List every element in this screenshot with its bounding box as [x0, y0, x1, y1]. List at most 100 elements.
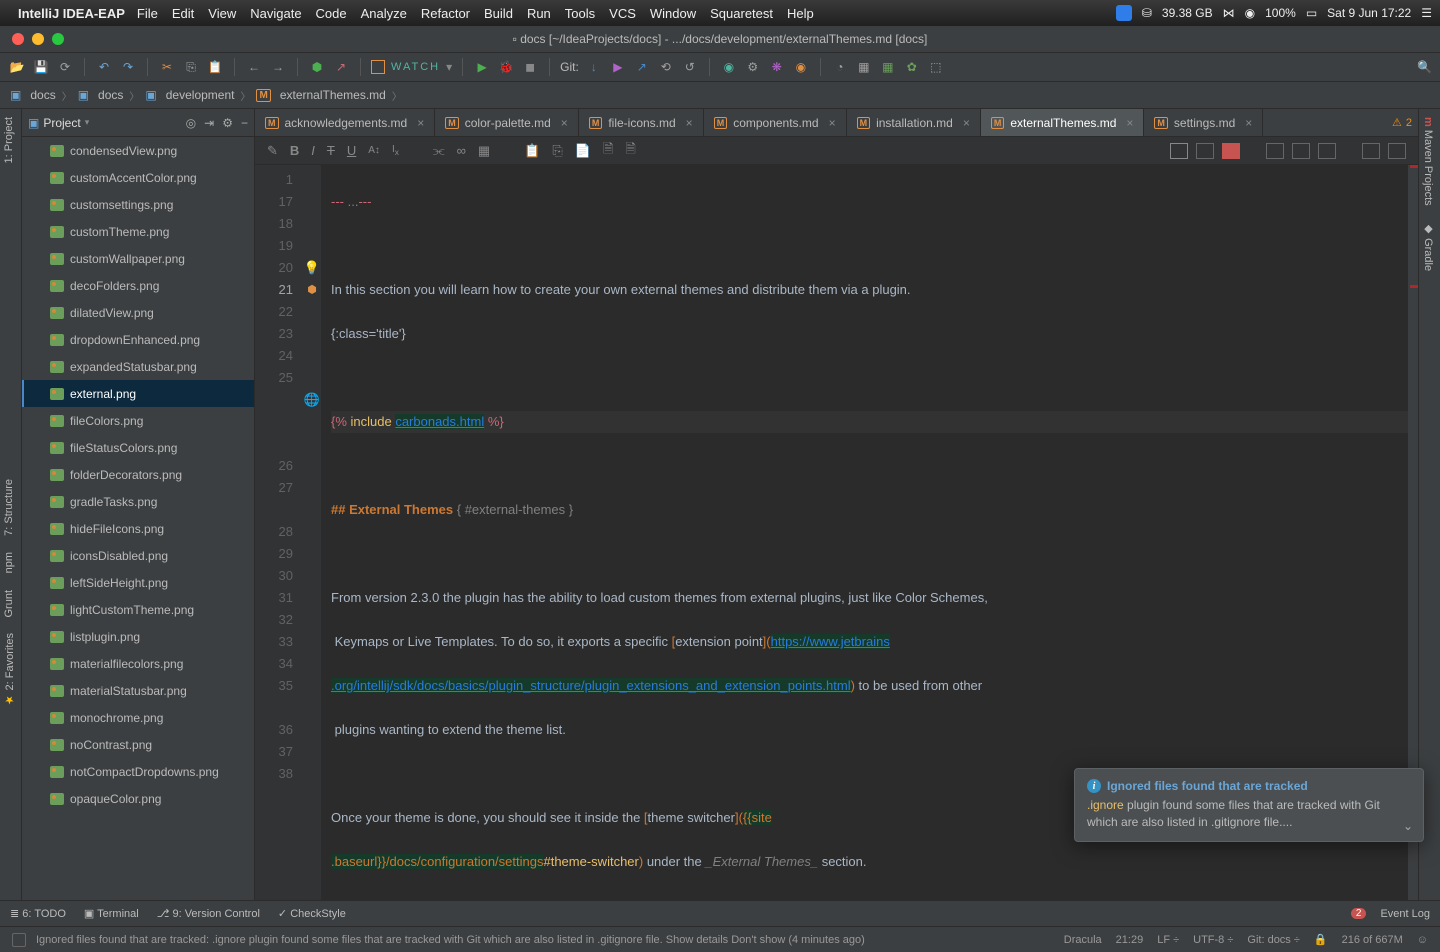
vcs-history-button[interactable]: ⟲ — [657, 58, 675, 76]
git-branch[interactable]: Git: docs ÷ — [1247, 934, 1300, 946]
close-window-button[interactable] — [12, 33, 24, 45]
menu-build[interactable]: Build — [484, 6, 513, 21]
project-title[interactable]: Project — [43, 116, 80, 130]
layout-4[interactable] — [1362, 143, 1380, 159]
editor-tab[interactable]: Mcolor-palette.md× — [435, 109, 579, 136]
breadcrumb-file[interactable]: externalThemes.md — [280, 88, 386, 102]
version-control-tool[interactable]: ⎇ 9: Version Control — [157, 907, 260, 920]
stop-button[interactable]: ◼ — [521, 58, 539, 76]
tree-item[interactable]: expandedStatusbar.png — [22, 353, 254, 380]
editor-tab[interactable]: Mfile-icons.md× — [579, 109, 704, 136]
tree-item[interactable]: lightCustomTheme.png — [22, 596, 254, 623]
copy-button[interactable]: ⎘ — [182, 58, 200, 76]
error-marker[interactable] — [1410, 285, 1418, 288]
link-icon[interactable]: ⫘ — [433, 143, 445, 159]
toolwindow-favorites[interactable]: ★ 2: Favorites — [0, 625, 19, 715]
tree-item[interactable]: noContrast.png — [22, 731, 254, 758]
presentation-icon[interactable] — [371, 60, 385, 74]
edit-icon[interactable]: ✎ — [267, 143, 278, 159]
menu-run[interactable]: Run — [527, 6, 551, 21]
tree-item[interactable]: folderDecorators.png — [22, 461, 254, 488]
tree-item[interactable]: hideFileIcons.png — [22, 515, 254, 542]
hector-icon[interactable]: ☺ — [1417, 934, 1428, 946]
tree-item[interactable]: customAccentColor.png — [22, 164, 254, 191]
close-tab-icon[interactable]: × — [561, 116, 568, 130]
build-button[interactable]: ⬢ — [308, 58, 326, 76]
menu-analyze[interactable]: Analyze — [361, 6, 407, 21]
encoding[interactable]: UTF-8 ÷ — [1193, 934, 1233, 946]
menubar-app-icon[interactable] — [1116, 5, 1132, 21]
toolwindow-grunt[interactable]: Grunt — [0, 582, 18, 626]
underline-button[interactable]: U — [347, 143, 356, 158]
tree-item[interactable]: external.png — [22, 380, 254, 407]
wifi-icon[interactable]: ◉ — [1245, 6, 1255, 20]
notification-popup[interactable]: iIgnored files found that are tracked .i… — [1074, 768, 1424, 842]
menu-edit[interactable]: Edit — [172, 6, 194, 21]
theme-indicator[interactable]: Dracula — [1064, 934, 1102, 946]
menu-vcs[interactable]: VCS — [609, 6, 636, 21]
chain-icon[interactable]: ∞ — [457, 143, 466, 158]
debug-button[interactable]: 🐞 — [497, 58, 515, 76]
tree-item[interactable]: leftSideHeight.png — [22, 569, 254, 596]
search-everywhere-button[interactable]: 🔍 — [1417, 60, 1432, 74]
open-button[interactable]: 📂 — [8, 58, 26, 76]
menu-tools[interactable]: Tools — [565, 6, 595, 21]
build-action-button[interactable]: ↗ — [332, 58, 350, 76]
toolwindow-structure[interactable]: 7: Structure — [0, 471, 18, 544]
tree-item[interactable]: materialStatusbar.png — [22, 677, 254, 704]
close-tab-icon[interactable]: × — [963, 116, 970, 130]
preview-mode-1[interactable] — [1170, 143, 1188, 159]
preview-mode-2[interactable] — [1196, 143, 1214, 159]
vcs-commit-button[interactable]: ▶ — [609, 58, 627, 76]
tree-item[interactable]: materialfilecolors.png — [22, 650, 254, 677]
close-tab-icon[interactable]: × — [417, 116, 424, 130]
event-log-tool[interactable]: Event Log — [1380, 908, 1430, 920]
editor-tab[interactable]: Mcomponents.md× — [704, 109, 847, 136]
tie-icon[interactable]: ⋈ — [1223, 6, 1235, 20]
menu-help[interactable]: Help — [787, 6, 814, 21]
forward-button[interactable]: → — [269, 58, 287, 76]
tree-item[interactable]: customsettings.png — [22, 191, 254, 218]
vcs-update-button[interactable]: ↓ — [585, 58, 603, 76]
toolwindow-maven[interactable]: m Maven Projects — [1419, 109, 1437, 214]
run-config-selector[interactable]: WATCH — [391, 61, 440, 73]
settings-gear-icon[interactable]: ⚙ — [222, 116, 233, 130]
subscript-button[interactable]: Ix — [392, 144, 399, 157]
menu-squaretest[interactable]: Squaretest — [710, 6, 773, 21]
vcs-revert-button[interactable]: ↺ — [681, 58, 699, 76]
tree-item[interactable]: decoFolders.png — [22, 272, 254, 299]
todo-tool[interactable]: ≣ 6: TODO — [10, 907, 66, 920]
font-button[interactable]: A↕ — [368, 145, 380, 156]
tree-item[interactable]: opaqueColor.png — [22, 785, 254, 812]
tree-item[interactable]: listplugin.png — [22, 623, 254, 650]
bulb-icon[interactable]: 💡 — [304, 257, 320, 279]
globe-icon[interactable]: 🌐 — [304, 389, 320, 411]
close-tab-icon[interactable]: × — [1126, 116, 1133, 130]
doc2-icon[interactable]: 🗎 — [625, 140, 635, 162]
clipboard-icon[interactable]: 📋 — [524, 143, 540, 159]
breadcrumb-root[interactable]: docs — [30, 88, 55, 102]
vcs-push-button[interactable]: ↗ — [633, 58, 651, 76]
lock-icon[interactable]: 🔒 — [1314, 933, 1328, 946]
run-button[interactable]: ▶ — [473, 58, 491, 76]
app-name[interactable]: IntelliJ IDEA-EAP — [18, 6, 125, 21]
strikethrough-button[interactable]: T — [327, 143, 335, 158]
tab-warning-icon[interactable]: ⚠ — [1392, 116, 1402, 129]
tool-icon-7[interactable]: ✿ — [903, 58, 921, 76]
copy-icon[interactable]: ⎘ — [552, 143, 562, 159]
menu-file[interactable]: File — [137, 6, 158, 21]
preview-mode-3[interactable] — [1222, 143, 1240, 159]
editor-tab[interactable]: Msettings.md× — [1144, 109, 1263, 136]
menu-view[interactable]: View — [208, 6, 236, 21]
tool-icon-8[interactable]: ⬚ — [927, 58, 945, 76]
error-marker[interactable] — [1410, 165, 1418, 168]
tree-item[interactable]: customTheme.png — [22, 218, 254, 245]
scroll-to-source-icon[interactable]: ◎ — [186, 116, 196, 130]
terminal-tool[interactable]: ▣ Terminal — [84, 907, 139, 920]
menu-window[interactable]: Window — [650, 6, 696, 21]
breadcrumb-development[interactable]: development — [166, 88, 235, 102]
close-tab-icon[interactable]: × — [686, 116, 693, 130]
minimize-window-button[interactable] — [32, 33, 44, 45]
tool-icon-3[interactable]: ◉ — [792, 58, 810, 76]
toolwindow-gradle[interactable]: ◆ Gradle — [1419, 214, 1438, 279]
